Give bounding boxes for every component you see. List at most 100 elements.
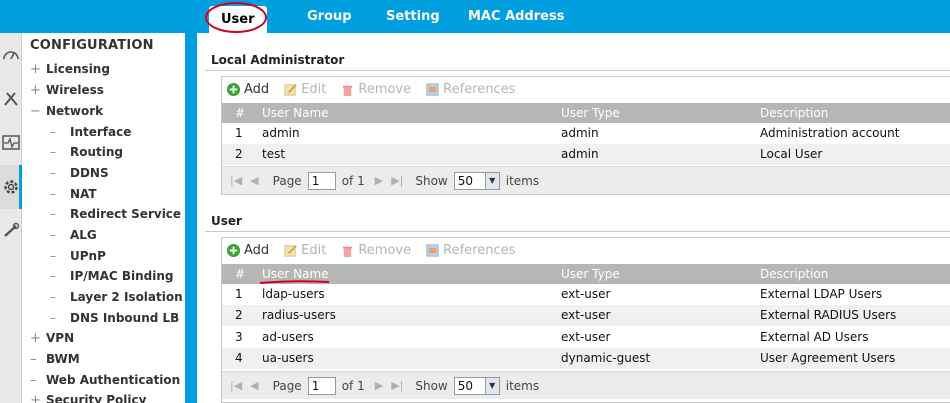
cell-user-name: ad-users: [262, 330, 314, 344]
rail-dashboard[interactable]: [0, 33, 22, 77]
tab-group[interactable]: Group: [307, 0, 352, 33]
prev-page-icon[interactable]: ◀: [250, 379, 258, 392]
nav-item-nat[interactable]: – NAT: [50, 184, 97, 204]
cell-user-name: admin: [262, 126, 300, 140]
nav-item-alg[interactable]: – ALG: [50, 225, 97, 245]
first-page-icon[interactable]: |◀: [230, 379, 242, 392]
page-size-value: 50: [457, 173, 474, 188]
table-row[interactable]: 1 ldap-users ext-user External LDAP User…: [222, 284, 950, 305]
cell-user-name: test: [262, 147, 286, 161]
nav-item-label: DDNS: [70, 166, 109, 180]
column-header-description[interactable]: Description: [760, 267, 828, 281]
nav-item-dns-inbound-lb[interactable]: – DNS Inbound LB: [50, 308, 179, 328]
table-header: # User Name User Type Description: [222, 103, 950, 123]
references-icon: [426, 82, 439, 96]
tree-dash-icon: –: [50, 166, 56, 180]
tree-dash-icon: –: [30, 351, 37, 367]
nav-item-routing[interactable]: – Routing: [50, 142, 123, 162]
column-header-num[interactable]: #: [235, 267, 245, 281]
monitor-tools-icon: [4, 92, 18, 106]
section-title-user: User: [211, 214, 242, 228]
cell-user-type: dynamic-guest: [561, 351, 651, 365]
cell-num: 4: [235, 351, 243, 365]
tab-setting[interactable]: Setting: [386, 0, 440, 33]
tree-dash-icon: –: [50, 228, 56, 242]
first-page-icon[interactable]: |◀: [230, 174, 242, 187]
rail-maintenance[interactable]: [0, 209, 22, 253]
tree-dash-icon: –: [50, 311, 56, 325]
page-size-select[interactable]: 50 ▼: [453, 376, 500, 395]
cell-description: Administration account: [760, 126, 900, 140]
annotation-circle: [205, 2, 267, 33]
table-row[interactable]: 1 admin admin Administration account: [222, 123, 950, 144]
table-row[interactable]: 2 test admin Local User: [222, 144, 950, 165]
cell-num: 2: [235, 308, 243, 322]
remove-button[interactable]: Remove: [340, 243, 411, 258]
nav-item-ip-mac-binding[interactable]: – IP/MAC Binding: [50, 266, 174, 286]
nav-item-redirect-service[interactable]: – Redirect Service: [50, 204, 181, 224]
table-header: # User Name User Type Description: [222, 264, 950, 284]
references-button[interactable]: References: [425, 243, 515, 258]
page-number-input[interactable]: 1: [307, 376, 336, 395]
rail-monitor-tools[interactable]: [0, 77, 22, 121]
expand-icon[interactable]: +: [30, 393, 46, 403]
nav-item-bwm[interactable]: – BWM: [30, 349, 80, 369]
cell-user-type: ext-user: [561, 287, 611, 301]
nav-item-upnp[interactable]: – UPnP: [50, 246, 106, 266]
column-header-user-type[interactable]: User Type: [561, 106, 620, 120]
column-header-user-name[interactable]: User Name: [262, 267, 329, 281]
add-button[interactable]: Add: [226, 82, 269, 97]
cell-user-type: admin: [561, 147, 599, 161]
table-row[interactable]: 3 ad-users ext-user External AD Users: [222, 327, 950, 348]
rail-configuration[interactable]: [0, 165, 22, 209]
edit-icon: [284, 244, 297, 257]
table-row[interactable]: 2 radius-users ext-user External RADIUS …: [222, 305, 950, 326]
items-label: items: [505, 173, 540, 188]
nav-item-security-policy[interactable]: + Security Policy: [30, 390, 146, 403]
last-page-icon[interactable]: ▶|: [391, 174, 403, 187]
page-number-input[interactable]: 1: [307, 171, 336, 190]
last-page-icon[interactable]: ▶|: [391, 379, 403, 392]
column-header-description[interactable]: Description: [760, 106, 828, 120]
page-count: of 1: [341, 378, 365, 393]
edit-button[interactable]: Edit: [283, 243, 326, 258]
nav-splitter[interactable]: [185, 33, 197, 403]
nav-item-vpn[interactable]: + VPN: [30, 328, 74, 348]
cell-user-name: radius-users: [262, 308, 336, 322]
prev-page-icon[interactable]: ◀: [250, 174, 258, 187]
expand-icon[interactable]: +: [30, 331, 46, 346]
column-header-user-name[interactable]: User Name: [262, 106, 329, 120]
table-row[interactable]: 4 ua-users dynamic-guest User Agreement …: [222, 348, 950, 369]
nav-item-licensing[interactable]: + Licensing: [30, 59, 110, 79]
next-page-icon[interactable]: ▶: [375, 174, 383, 187]
nav-item-layer2-isolation[interactable]: – Layer 2 Isolation: [50, 287, 183, 307]
remove-button[interactable]: Remove: [340, 82, 411, 97]
edit-button[interactable]: Edit: [283, 82, 326, 97]
expand-icon[interactable]: +: [30, 83, 46, 98]
nav-item-network[interactable]: − Network: [30, 101, 103, 121]
cell-num: 3: [235, 330, 243, 344]
tree-dash-icon: –: [50, 125, 56, 139]
nav-item-interface[interactable]: – Interface: [50, 122, 131, 142]
expand-icon[interactable]: +: [30, 62, 46, 77]
tree-dash-icon: –: [50, 290, 56, 304]
gear-icon: [4, 180, 18, 194]
trash-icon: [343, 246, 353, 257]
references-button[interactable]: References: [425, 82, 515, 97]
page-size-select[interactable]: 50 ▼: [453, 171, 500, 190]
nav-item-web-authentication[interactable]: – Web Authentication: [30, 370, 180, 390]
column-header-num[interactable]: #: [235, 106, 245, 120]
nav-item-label: Routing: [70, 145, 124, 159]
section-title-local-admin: Local Administrator: [211, 53, 345, 67]
references-label: References: [443, 81, 516, 97]
collapse-icon[interactable]: −: [30, 104, 46, 119]
add-button[interactable]: Add: [226, 243, 269, 258]
nav-item-wireless[interactable]: + Wireless: [30, 80, 104, 100]
nav-item-ddns[interactable]: – DDNS: [50, 163, 109, 183]
add-label: Add: [244, 242, 270, 258]
section-divider: [205, 70, 950, 71]
column-header-user-type[interactable]: User Type: [561, 267, 620, 281]
rail-monitor[interactable]: [0, 121, 22, 165]
next-page-icon[interactable]: ▶: [375, 379, 383, 392]
tab-mac-address[interactable]: MAC Address: [468, 0, 564, 33]
